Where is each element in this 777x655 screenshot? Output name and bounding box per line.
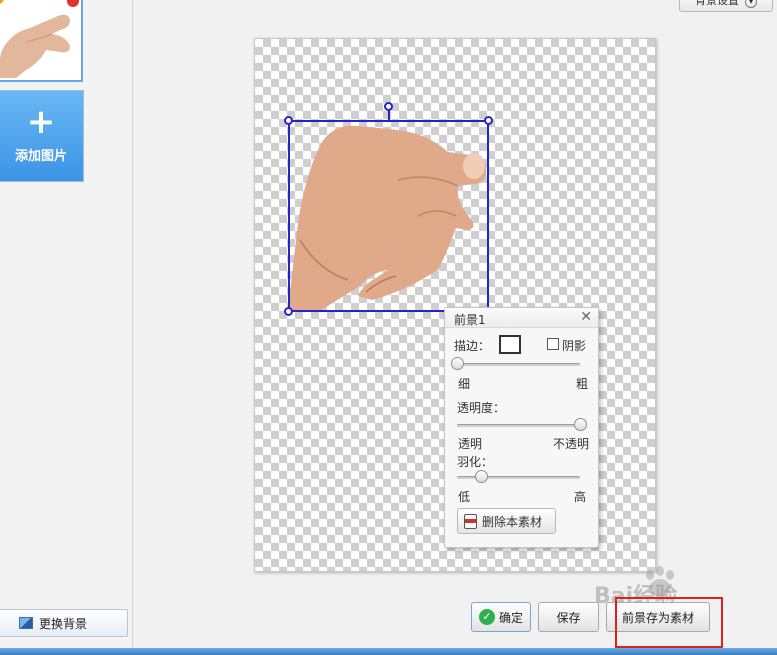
delete-material-label: 删除本素材 (482, 514, 543, 529)
transparent-label: 透明 (458, 437, 483, 451)
image-icon (19, 617, 33, 629)
low-label: 低 (458, 490, 471, 504)
high-label: 高 (574, 490, 587, 504)
foreground-properties-panel: 前景1 ✕ 描边： 阴影 细 粗 透明度： 透明 不透明 羽化： 低 高 删除本… (444, 307, 599, 548)
opaque-label: 不透明 (553, 437, 590, 451)
shadow-label: 阴影 (562, 339, 587, 353)
opacity-slider-track[interactable] (457, 424, 580, 427)
background-settings-label: 背景设置 (695, 0, 739, 7)
add-image-button[interactable]: + 添加图片 (0, 90, 84, 182)
stroke-label: 描边： (454, 339, 491, 353)
confirm-label: 确定 (498, 610, 523, 625)
opacity-label: 透明度： (457, 401, 506, 415)
stroke-slider-track[interactable] (457, 363, 580, 366)
rotate-handle[interactable] (384, 102, 393, 111)
stroke-color-swatch[interactable] (499, 335, 521, 354)
background-settings-button[interactable]: 背景设置 ▾ (679, 0, 773, 12)
save-label: 保存 (556, 610, 581, 625)
hand-foreground-image (288, 125, 487, 312)
foreground-object[interactable] (288, 120, 489, 312)
resize-handle-bottom-left[interactable] (284, 307, 293, 316)
chevron-down-icon: ▾ (745, 0, 757, 8)
feather-slider-thumb[interactable] (475, 470, 489, 483)
opacity-slider-thumb[interactable] (573, 418, 587, 431)
resize-handle-top-right[interactable] (484, 116, 493, 125)
delete-material-button[interactable]: 删除本素材 (457, 508, 556, 534)
hand-thumbnail-image (0, 2, 80, 78)
thumbnail-sidebar: + 添加图片 更换背景 (0, 0, 133, 648)
shadow-checkbox[interactable] (547, 338, 559, 350)
confirm-button[interactable]: ✓ 确定 (471, 602, 531, 632)
rotation-stem (388, 110, 390, 120)
thumbnail-hand[interactable] (0, 0, 83, 82)
panel-title: 前景1 (454, 313, 486, 327)
save-button[interactable]: 保存 (538, 602, 599, 632)
highlight-annotation-box (615, 597, 723, 648)
close-icon[interactable]: ✕ (580, 309, 592, 325)
stroke-slider-thumb[interactable] (450, 357, 464, 370)
add-image-label: 添加图片 (14, 149, 67, 164)
thin-label: 细 (458, 377, 471, 391)
change-background-button[interactable]: 更换背景 (0, 609, 128, 637)
trash-icon (464, 513, 477, 529)
feather-label: 羽化： (457, 455, 494, 469)
thick-label: 粗 (576, 377, 589, 391)
check-icon: ✓ (478, 609, 495, 625)
plus-icon: + (26, 102, 56, 142)
status-bar (0, 648, 777, 655)
change-background-label: 更换背景 (39, 616, 88, 631)
resize-handle-top-left[interactable] (284, 116, 293, 125)
panel-titlebar[interactable]: 前景1 ✕ (445, 308, 598, 328)
